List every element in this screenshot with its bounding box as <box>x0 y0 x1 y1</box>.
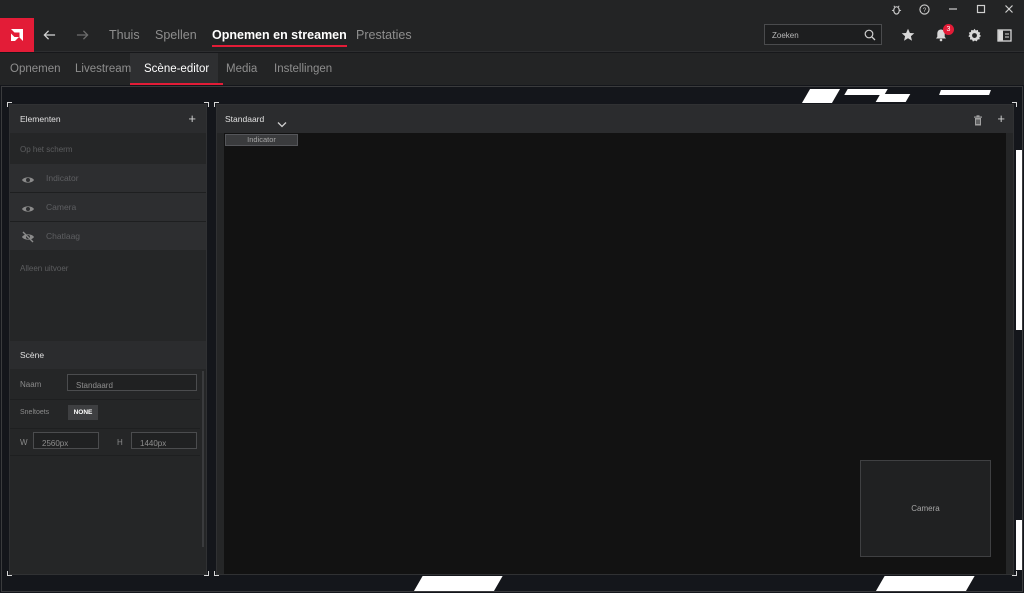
tab-media[interactable]: Media <box>226 53 257 85</box>
sidebar-panel-icon[interactable] <box>989 18 1019 52</box>
add-element-button[interactable]: + <box>188 105 196 133</box>
nav-item-opnemen-en-streamen[interactable]: Opnemen en streamen <box>212 18 347 52</box>
notifications-bell-icon[interactable]: 3 <box>926 18 956 52</box>
width-input[interactable] <box>34 436 98 451</box>
hotkey-label: Sneltoets <box>20 409 50 416</box>
height-field <box>131 432 197 451</box>
notification-count-badge: 3 <box>943 24 954 35</box>
main-navigation: Thuis Spellen Opnemen en streamen Presta… <box>0 18 1024 52</box>
width-field <box>33 432 99 451</box>
divider <box>10 399 200 400</box>
scene-panel-scrollbar[interactable] <box>202 371 204 547</box>
search-input[interactable] <box>765 26 860 45</box>
corner-bracket <box>204 571 209 576</box>
elements-panel: Elementen + Op het scherm Indicator Came… <box>9 104 207 575</box>
corner-bracket <box>7 102 12 107</box>
title-bar: ? <box>0 0 1024 18</box>
camera-element-label: Camera <box>911 504 940 513</box>
bug-icon[interactable] <box>882 0 910 18</box>
corner-bracket <box>214 571 219 576</box>
close-icon[interactable] <box>995 0 1023 18</box>
nav-item-spellen[interactable]: Spellen <box>155 18 197 52</box>
canvas-element-camera[interactable]: Camera <box>860 460 991 557</box>
search-box <box>764 24 882 45</box>
minimize-icon[interactable] <box>939 0 967 18</box>
corner-bracket <box>204 102 209 107</box>
maximize-icon[interactable] <box>967 0 995 18</box>
canvas-element-indicator[interactable]: Indicator <box>225 134 298 146</box>
tab-instellingen[interactable]: Instellingen <box>274 53 332 85</box>
svg-text:?: ? <box>922 6 926 13</box>
element-row-camera[interactable]: Camera <box>10 193 206 221</box>
scene-panel-header: Scène <box>10 341 206 369</box>
eye-icon[interactable] <box>21 201 35 219</box>
height-label: H <box>117 438 123 447</box>
eye-icon[interactable] <box>21 172 35 190</box>
element-label: Chatlaag <box>46 231 81 241</box>
corner-bracket <box>7 571 12 576</box>
back-arrow-icon[interactable] <box>34 18 64 52</box>
height-input[interactable] <box>132 436 196 451</box>
corner-bracket <box>214 102 219 107</box>
element-row-chatlaag[interactable]: Chatlaag <box>10 222 206 250</box>
eye-off-icon[interactable] <box>21 230 35 248</box>
element-row-indicator[interactable]: Indicator <box>10 164 206 192</box>
section-output-only-label: Alleen uitvoer <box>20 264 69 273</box>
nav-item-thuis[interactable]: Thuis <box>109 18 140 52</box>
scene-editor-panel: Standaard + Indicator Camera <box>216 104 1014 575</box>
element-label: Indicator <box>46 173 79 183</box>
section-on-screen-label: Op het scherm <box>20 145 73 154</box>
width-label: W <box>20 438 28 447</box>
scene-canvas[interactable]: Indicator Camera <box>224 133 1006 574</box>
tab-opnemen[interactable]: Opnemen <box>10 53 61 85</box>
scene-editor-header: Standaard + <box>217 105 1013 133</box>
scene-panel-title: Scène <box>20 350 45 360</box>
chevron-down-icon[interactable] <box>277 115 287 133</box>
delete-scene-trash-icon[interactable] <box>973 113 983 131</box>
settings-gear-icon[interactable] <box>959 18 989 52</box>
favorites-star-icon[interactable] <box>893 18 923 52</box>
tab-scene-editor[interactable]: Scène-editor <box>129 53 224 85</box>
amd-logo-icon[interactable] <box>0 18 34 52</box>
hotkey-button[interactable]: NONE <box>68 405 98 420</box>
nav-item-prestaties[interactable]: Prestaties <box>356 18 412 52</box>
elements-panel-header: Elementen + <box>10 105 206 133</box>
elements-panel-title: Elementen <box>20 114 61 124</box>
add-scene-button[interactable]: + <box>997 105 1005 133</box>
scene-name-input[interactable] <box>68 378 196 393</box>
scene-name-field <box>67 374 197 393</box>
scene-name-label: Naam <box>20 380 42 389</box>
forward-arrow-icon[interactable] <box>67 18 97 52</box>
tab-livestream[interactable]: Livestream <box>75 53 131 85</box>
element-label: Camera <box>46 202 77 212</box>
divider <box>10 428 200 429</box>
corner-bracket <box>1012 571 1017 576</box>
help-icon[interactable]: ? <box>910 0 938 18</box>
corner-bracket <box>1012 102 1017 107</box>
divider <box>10 455 200 456</box>
scene-select[interactable]: Standaard <box>225 105 264 133</box>
search-icon[interactable] <box>864 28 876 46</box>
